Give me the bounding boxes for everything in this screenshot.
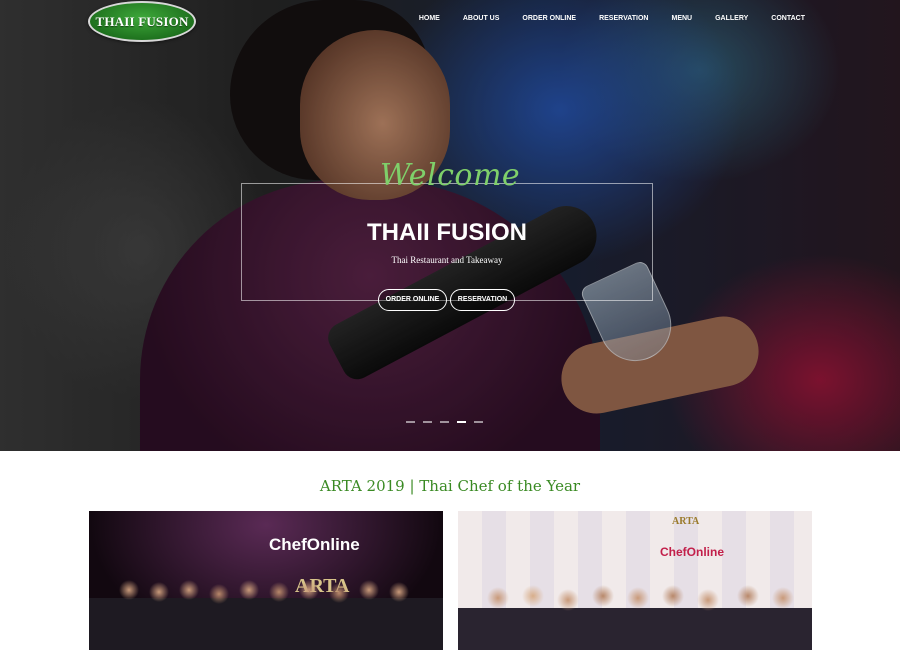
nav-item-order-online[interactable]: ORDER ONLINE (522, 15, 576, 22)
site-logo[interactable]: THAII FUSION (88, 1, 196, 42)
chefonline-banner: ChefOnline (660, 545, 725, 559)
section-title: ARTA 2019 | Thai Chef of the Year (319, 477, 581, 495)
chefonline-banner: ChefOnline (269, 535, 360, 554)
award-group-people (89, 580, 443, 650)
slider-dot-1[interactable] (406, 421, 415, 423)
nav-item-menu[interactable]: MENU (671, 15, 692, 22)
nav-item-contact[interactable]: CONTACT (771, 15, 805, 22)
order-online-button[interactable]: ORDER ONLINE (378, 289, 447, 311)
slider-dot-2[interactable] (423, 421, 432, 423)
hero-subtitle: Thai Restaurant and Takeaway (391, 255, 503, 265)
slider-dot-5[interactable] (474, 421, 483, 423)
arta-emblem: ARTA (672, 516, 700, 527)
hero-title: THAII FUSION (367, 219, 527, 246)
nav-item-home[interactable]: HOME (419, 15, 440, 22)
award-photo-right[interactable]: ARTA ChefOnline (458, 511, 812, 650)
nav-item-reservation[interactable]: RESERVATION (599, 15, 648, 22)
welcome-text: Welcome (379, 158, 521, 193)
slider-dot-4[interactable] (457, 421, 466, 423)
welcome-heading: Welcome (0, 158, 900, 193)
nav-item-about-us[interactable]: ABOUT US (463, 15, 500, 22)
award-photo-left[interactable]: ChefOnline ARTA (89, 511, 443, 650)
slider-dots (406, 421, 483, 423)
reservation-button[interactable]: RESERVATION (450, 289, 515, 311)
logo-text: THAII FUSION (95, 13, 189, 29)
award-group-people (458, 580, 812, 650)
slider-dot-3[interactable] (440, 421, 449, 423)
main-nav: HOME ABOUT US ORDER ONLINE RESERVATION M… (396, 15, 805, 22)
nav-item-gallery[interactable]: GALLERY (715, 15, 748, 22)
